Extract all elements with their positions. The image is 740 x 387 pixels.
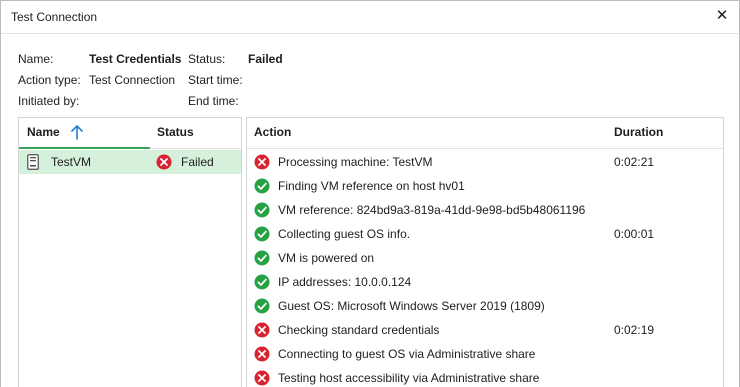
action-text: Guest OS: Microsoft Windows Server 2019 … (278, 299, 545, 313)
action-text: IP addresses: 10.0.0.124 (278, 275, 412, 289)
success-icon (254, 178, 270, 194)
table-row[interactable]: Collecting guest OS info. 0:00:01 (247, 222, 723, 246)
sort-ascending-icon[interactable] (70, 124, 84, 140)
table-row[interactable]: Processing machine: TestVM 0:02:21 (247, 150, 723, 174)
end-time-label: End time: (188, 94, 239, 108)
title-bar: Test Connection ✕ (1, 1, 739, 34)
vm-name: TestVM (51, 155, 92, 169)
table-row[interactable]: Testing host accessibility via Administr… (247, 366, 723, 387)
action-text: Processing machine: TestVM (278, 155, 433, 169)
test-connection-dialog: Test Connection ✕ Name: Test Credentials… (0, 0, 740, 387)
close-icon[interactable]: ✕ (714, 7, 730, 25)
action-text: Finding VM reference on host hv01 (278, 179, 465, 193)
duration-text: 0:02:21 (614, 155, 655, 169)
vm-icon (27, 154, 39, 170)
start-time-label: Start time: (188, 73, 243, 87)
table-row[interactable]: Checking standard credentials 0:02:19 (247, 318, 723, 342)
dialog-title: Test Connection (11, 10, 98, 24)
success-icon (254, 298, 270, 314)
action-text: VM reference: 824bd9a3-819a-41dd-9e98-bd… (278, 203, 586, 217)
action-text: Collecting guest OS info. (278, 227, 411, 241)
name-column-header[interactable]: Name (27, 118, 60, 148)
success-icon (254, 250, 270, 266)
sort-indicator (19, 147, 150, 149)
error-icon (254, 322, 270, 338)
duration-text: 0:02:19 (614, 323, 655, 337)
action-text: VM is powered on (278, 251, 375, 265)
action-log-table: Action Duration Processing machine: Test… (246, 117, 724, 387)
error-icon (156, 154, 172, 170)
vm-table: Name Status TestVM Failed (18, 117, 242, 387)
name-value: Test Credentials (89, 52, 182, 66)
action-type-value: Test Connection (89, 73, 176, 87)
success-icon (254, 202, 270, 218)
duration-text: 0:00:01 (614, 227, 655, 241)
error-icon (254, 346, 270, 362)
success-icon (254, 274, 270, 290)
table-row[interactable]: TestVM Failed (19, 150, 241, 174)
status-column-header[interactable]: Status (157, 118, 194, 148)
action-type-label: Action type: (18, 73, 81, 87)
table-row[interactable]: Finding VM reference on host hv01 (247, 174, 723, 198)
duration-column-header[interactable]: Duration (614, 118, 663, 148)
success-icon (254, 226, 270, 242)
action-text: Connecting to guest OS via Administrativ… (278, 347, 536, 361)
action-column-header[interactable]: Action (254, 118, 291, 148)
header-divider (247, 148, 723, 149)
action-text: Checking standard credentials (278, 323, 440, 337)
status-label: Status: (188, 52, 226, 66)
vm-status: Failed (181, 155, 214, 169)
error-icon (254, 154, 270, 170)
table-row[interactable]: Guest OS: Microsoft Windows Server 2019 … (247, 294, 723, 318)
table-row[interactable]: IP addresses: 10.0.0.124 (247, 270, 723, 294)
table-row[interactable]: VM is powered on (247, 246, 723, 270)
error-icon (254, 370, 270, 386)
status-value: Failed (248, 52, 283, 66)
name-label: Name: (18, 52, 54, 66)
table-row[interactable]: Connecting to guest OS via Administrativ… (247, 342, 723, 366)
table-row[interactable]: VM reference: 824bd9a3-819a-41dd-9e98-bd… (247, 198, 723, 222)
action-text: Testing host accessibility via Administr… (278, 371, 540, 385)
initiated-by-label: Initiated by: (18, 94, 80, 108)
